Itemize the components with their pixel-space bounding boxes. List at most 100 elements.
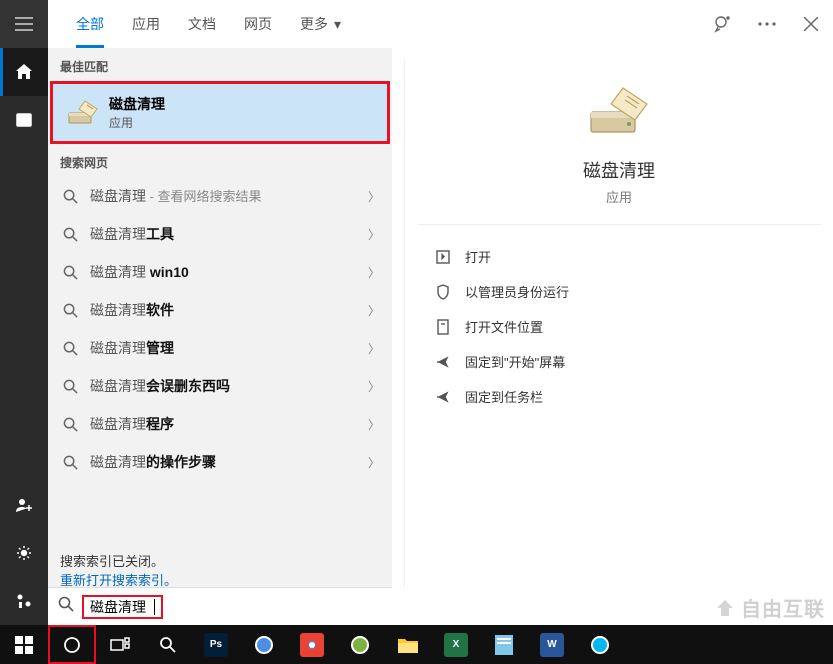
web-suggestion-0[interactable]: 磁盘清理 - 查看网络搜索结果 〉	[48, 177, 392, 215]
windows-icon	[15, 636, 33, 654]
taskbar-app-photoshop[interactable]: Ps	[192, 625, 240, 664]
web-suggestion-4[interactable]: 磁盘清理管理 〉	[48, 329, 392, 367]
search-icon	[60, 227, 80, 242]
chrome-icon	[300, 633, 324, 657]
chevron-right-icon: 〉	[368, 188, 380, 205]
taskbar-app-word[interactable]: W	[528, 625, 576, 664]
action-item-0[interactable]: 打开	[413, 239, 825, 274]
search-icon	[60, 417, 80, 432]
watermark: 自由互联	[711, 593, 825, 622]
search-icon	[58, 596, 74, 617]
tab-docs[interactable]: 文档	[174, 0, 230, 48]
home-icon	[15, 63, 33, 81]
action-icon	[431, 319, 455, 335]
chevron-right-icon: 〉	[368, 226, 380, 243]
notepad-icon	[492, 633, 516, 657]
action-label: 打开	[465, 247, 491, 266]
taskbar: Ps X W	[0, 625, 833, 664]
chevron-right-icon: 〉	[368, 454, 380, 471]
suggestion-text: 磁盘清理 - 查看网络搜索结果	[90, 186, 368, 206]
rail-settings[interactable]	[0, 529, 48, 577]
chevron-right-icon: 〉	[368, 378, 380, 395]
action-item-2[interactable]: 打开文件位置	[413, 309, 825, 344]
action-label: 固定到任务栏	[465, 387, 543, 406]
taskbar-app-qq-browser[interactable]	[576, 625, 624, 664]
search-button[interactable]	[48, 625, 96, 664]
left-rail	[0, 48, 48, 625]
web-suggestion-2[interactable]: 磁盘清理 win10 〉	[48, 253, 392, 291]
text-cursor	[154, 599, 155, 615]
web-suggestion-3[interactable]: 磁盘清理软件 〉	[48, 291, 392, 329]
index-notice: 搜索索引已关闭。 重新打开搜索索引。	[48, 541, 392, 587]
task-view-button[interactable]	[96, 625, 144, 664]
taskbar-app-notepad[interactable]	[480, 625, 528, 664]
best-match-subtitle: 应用	[109, 114, 165, 131]
tab-apps[interactable]: 应用	[118, 0, 174, 48]
add-user-icon	[15, 496, 33, 514]
start-button[interactable]	[0, 625, 48, 664]
detail-title: 磁盘清理	[417, 157, 821, 183]
excel-icon: X	[444, 633, 468, 657]
taskbar-app-chrome[interactable]	[288, 625, 336, 664]
more-options-button[interactable]	[745, 0, 789, 48]
suggestion-text: 磁盘清理管理	[90, 338, 368, 358]
action-item-1[interactable]: 以管理员身份运行	[413, 274, 825, 309]
action-item-4[interactable]: 固定到任务栏	[413, 379, 825, 414]
disk-cleanup-icon	[65, 95, 101, 131]
rail-add-user[interactable]	[0, 481, 48, 529]
rail-share[interactable]	[0, 577, 48, 625]
chevron-down-icon: ▾	[334, 16, 341, 33]
web-suggestion-7[interactable]: 磁盘清理的操作步骤 〉	[48, 443, 392, 481]
taskbar-app-browser1[interactable]	[240, 625, 288, 664]
magnifier-button[interactable]	[144, 625, 192, 664]
taskbar-app-excel[interactable]: X	[432, 625, 480, 664]
taskbar-app-explorer[interactable]	[384, 625, 432, 664]
rail-recent[interactable]	[0, 96, 48, 144]
word-icon: W	[540, 633, 564, 657]
menu-button[interactable]	[0, 0, 48, 48]
feedback-icon	[714, 15, 732, 33]
rail-home[interactable]	[0, 48, 48, 96]
best-match-item[interactable]: 磁盘清理 应用	[50, 81, 390, 144]
search-icon	[60, 341, 80, 356]
taskbar-app-browser2[interactable]	[336, 625, 384, 664]
recent-icon	[15, 111, 33, 129]
best-match-header: 最佳匹配	[48, 48, 392, 81]
detail-subtitle: 应用	[417, 187, 821, 206]
web-suggestion-5[interactable]: 磁盘清理会误删东西吗 〉	[48, 367, 392, 405]
explorer-icon	[396, 633, 420, 657]
suggestion-text: 磁盘清理程序	[90, 414, 368, 434]
chevron-right-icon: 〉	[368, 264, 380, 281]
tab-bar: 全部 应用 文档 网页 更多▾	[48, 0, 833, 48]
search-icon	[60, 379, 80, 394]
suggestion-text: 磁盘清理会误删东西吗	[90, 376, 368, 396]
detail-actions: 打开以管理员身份运行打开文件位置固定到"开始"屏幕固定到任务栏	[405, 225, 833, 428]
action-icon	[431, 354, 455, 370]
search-input-highlight	[82, 595, 163, 619]
tab-more[interactable]: 更多▾	[286, 0, 355, 48]
index-reopen-link[interactable]: 重新打开搜索索引。	[60, 570, 380, 587]
cortana-icon	[63, 636, 81, 654]
action-item-3[interactable]: 固定到"开始"屏幕	[413, 344, 825, 379]
search-icon	[60, 265, 80, 280]
feedback-button[interactable]	[701, 0, 745, 48]
browser1-icon	[252, 633, 276, 657]
action-icon	[431, 284, 455, 300]
web-suggestion-6[interactable]: 磁盘清理程序 〉	[48, 405, 392, 443]
tab-web[interactable]: 网页	[230, 0, 286, 48]
photoshop-icon: Ps	[204, 633, 228, 657]
best-match-title: 磁盘清理	[109, 94, 165, 114]
magnifier-icon	[159, 636, 177, 654]
search-icon	[60, 303, 80, 318]
detail-disk-cleanup-icon	[587, 84, 651, 145]
search-icon	[60, 455, 80, 470]
web-suggestion-1[interactable]: 磁盘清理工具 〉	[48, 215, 392, 253]
search-input[interactable]	[90, 599, 154, 615]
detail-header: 磁盘清理 应用	[417, 60, 821, 225]
tab-all[interactable]: 全部	[62, 0, 118, 48]
close-button[interactable]	[789, 0, 833, 48]
action-icon	[431, 249, 455, 265]
chevron-right-icon: 〉	[368, 340, 380, 357]
results-panel: 最佳匹配 磁盘清理 应用 搜索网页 磁盘清理 - 查看网络搜索结果 〉 磁盘清理…	[48, 48, 392, 587]
action-icon	[431, 389, 455, 405]
